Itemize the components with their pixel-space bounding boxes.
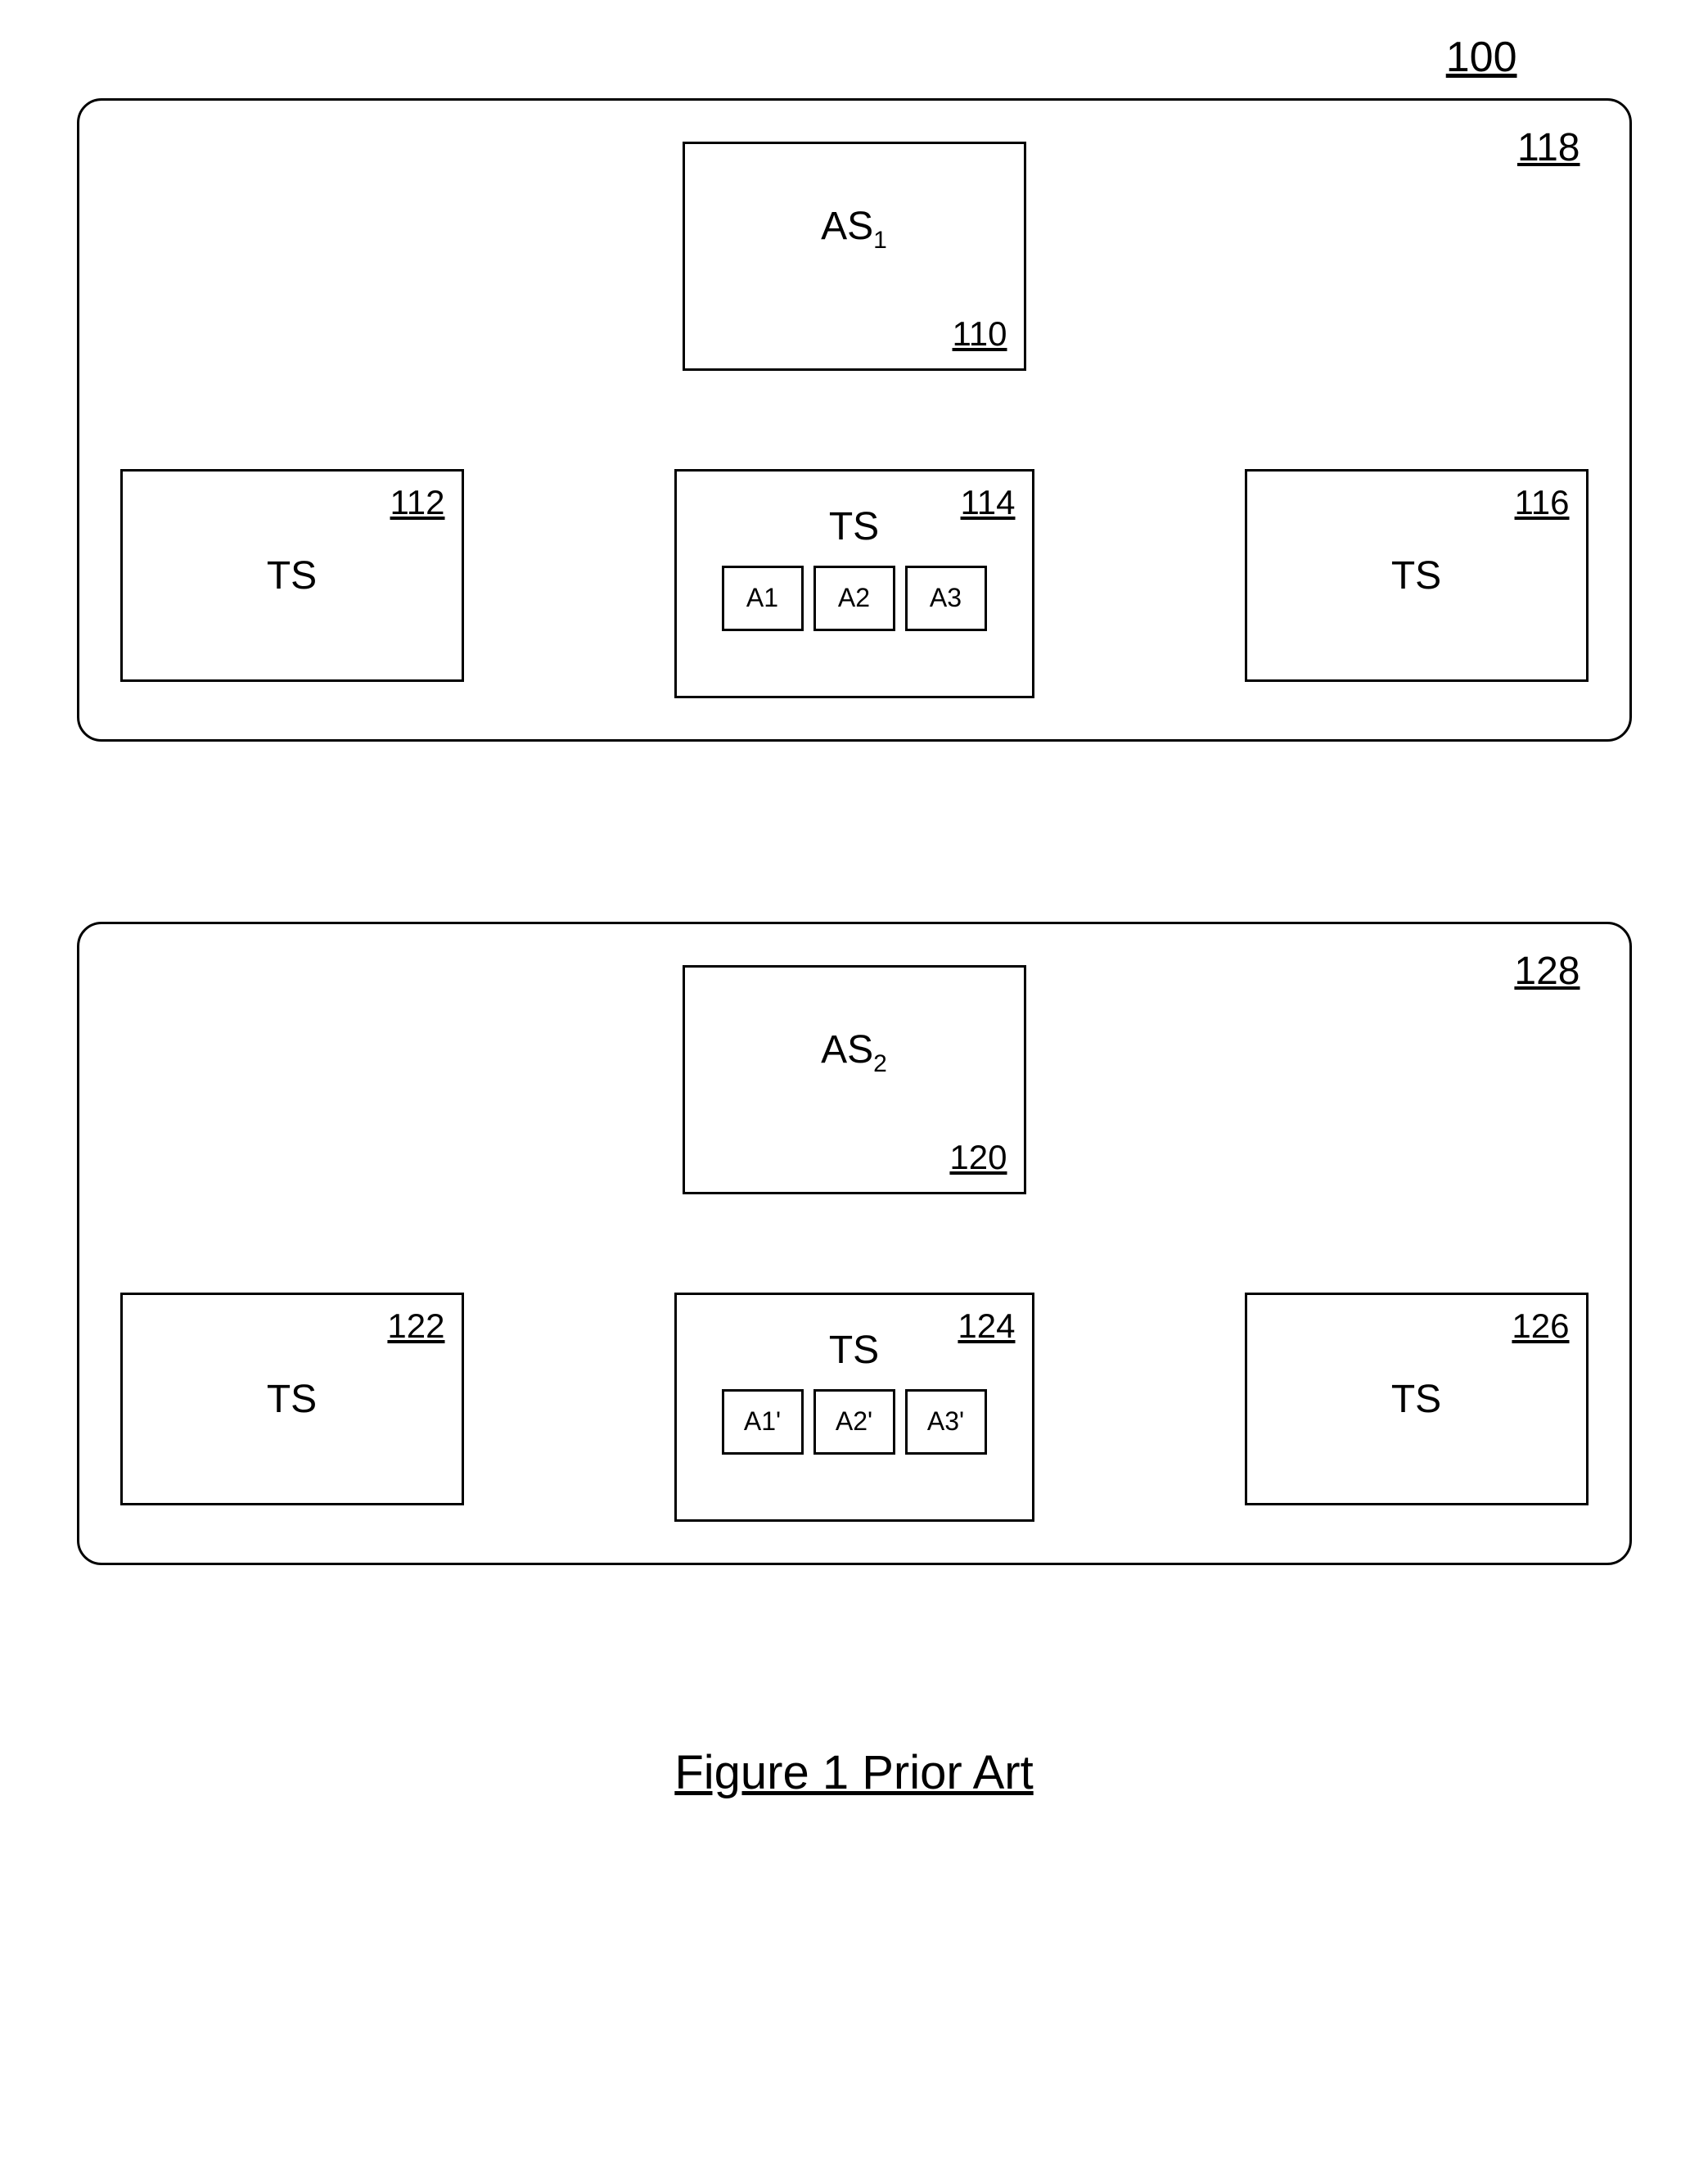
group-ref-128: 128 xyxy=(1514,949,1580,994)
terminal-server-116: 116 TS xyxy=(1245,469,1589,682)
ts-label-116: TS xyxy=(1391,553,1441,598)
network-group-128: 128 AS2 120 122 TS 124 TS A1' A2' A3' xyxy=(77,922,1632,1565)
ts-ref-114: 114 xyxy=(961,483,1016,522)
admin-server-120: AS2 120 xyxy=(683,965,1026,1194)
as-row-1: AS1 110 xyxy=(120,142,1589,371)
app-row-114: A1 A2 A3 xyxy=(722,566,987,631)
as-label-1: AS1 xyxy=(821,204,887,255)
ts-ref-122: 122 xyxy=(387,1306,444,1346)
ts-ref-126: 126 xyxy=(1512,1306,1569,1346)
ts-label-112: TS xyxy=(267,553,317,598)
ts-label-124: TS xyxy=(829,1328,879,1373)
app-a1: A1 xyxy=(722,566,804,631)
as-ref-110: 110 xyxy=(953,314,1007,354)
diagram-figure-1: 100 118 AS1 110 112 TS 114 TS A1 A2 A3 xyxy=(77,33,1632,1800)
as-ref-120: 120 xyxy=(949,1138,1007,1177)
ts-ref-112: 112 xyxy=(390,483,445,522)
terminal-server-124: 124 TS A1' A2' A3' xyxy=(674,1293,1034,1522)
app-row-124: A1' A2' A3' xyxy=(722,1389,987,1455)
as-row-2: AS2 120 xyxy=(120,965,1589,1194)
group-ref-118: 118 xyxy=(1517,125,1580,170)
app-a1p: A1' xyxy=(722,1389,804,1455)
admin-server-110: AS1 110 xyxy=(683,142,1026,371)
terminal-server-114: 114 TS A1 A2 A3 xyxy=(674,469,1034,698)
terminal-server-126: 126 TS xyxy=(1245,1293,1589,1505)
terminal-server-112: 112 TS xyxy=(120,469,464,682)
ts-label-122: TS xyxy=(267,1377,317,1422)
app-a2p: A2' xyxy=(813,1389,895,1455)
app-a2: A2 xyxy=(813,566,895,631)
ts-label-114: TS xyxy=(829,504,879,549)
figure-caption: Figure 1 Prior Art xyxy=(77,1745,1632,1800)
terminal-server-122: 122 TS xyxy=(120,1293,464,1505)
ts-ref-116: 116 xyxy=(1515,483,1570,522)
app-a3: A3 xyxy=(905,566,987,631)
network-group-118: 118 AS1 110 112 TS 114 TS A1 A2 A3 xyxy=(77,98,1632,742)
ts-ref-124: 124 xyxy=(958,1306,1015,1346)
ts-row-1: 112 TS 114 TS A1 A2 A3 116 TS xyxy=(120,469,1589,698)
as-label-2: AS2 xyxy=(821,1027,887,1078)
figure-reference-number: 100 xyxy=(77,33,1632,82)
ts-label-126: TS xyxy=(1391,1377,1441,1422)
ts-row-2: 122 TS 124 TS A1' A2' A3' 126 TS xyxy=(120,1293,1589,1522)
app-a3p: A3' xyxy=(905,1389,987,1455)
